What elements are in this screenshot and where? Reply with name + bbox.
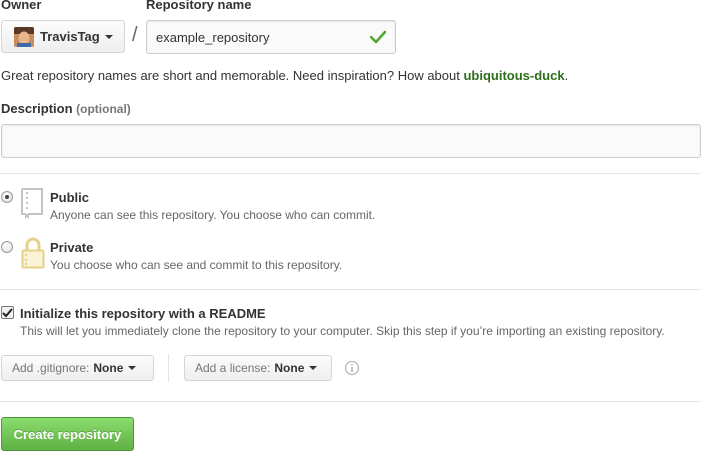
license-value: None — [274, 361, 305, 375]
private-description: You choose who can see and commit to thi… — [50, 258, 343, 272]
suggestion-text: Great repository names are short and mem… — [1, 68, 464, 83]
repository-name-input[interactable] — [146, 20, 396, 54]
public-radio[interactable] — [1, 191, 13, 203]
private-title: Private — [50, 240, 94, 255]
license-label: Add a license: — [195, 361, 271, 375]
public-description: Anyone can see this repository. You choo… — [50, 208, 376, 222]
gitignore-label: Add .gitignore: — [12, 361, 90, 375]
owner-name: TravisTag — [40, 29, 100, 44]
create-repository-button[interactable]: Create repository — [1, 417, 134, 451]
suggestion-end: . — [564, 68, 569, 83]
public-title: Public — [50, 190, 90, 205]
lock-icon — [21, 237, 45, 269]
owner-dropdown[interactable]: TravisTag — [1, 20, 125, 53]
chevron-down-icon — [309, 366, 318, 370]
chevron-down-icon — [104, 34, 113, 39]
optional-note: (optional) — [76, 102, 131, 116]
description-input[interactable] — [1, 124, 701, 158]
check-icon — [370, 30, 386, 44]
gitignore-value: None — [93, 361, 124, 375]
repository-name-label: Repository name — [146, 0, 252, 12]
suggested-name-link[interactable]: ubiquitous-duck — [463, 68, 564, 83]
init-readme-title: Initialize this repository with a README — [20, 306, 266, 321]
divider — [0, 173, 701, 174]
chevron-down-icon — [128, 366, 137, 370]
vertical-divider — [168, 354, 169, 382]
name-suggestion: Great repository names are short and mem… — [1, 68, 568, 83]
repository-name-field-wrapper — [146, 20, 396, 54]
gitignore-dropdown[interactable]: Add .gitignore: None — [1, 355, 154, 381]
divider — [0, 289, 701, 290]
info-icon[interactable] — [344, 360, 360, 376]
repo-book-icon — [21, 188, 43, 219]
owner-label: Owner — [1, 0, 42, 12]
init-readme-description: This will let you immediately clone the … — [20, 324, 665, 338]
owner-repo-separator: / — [132, 24, 138, 46]
init-readme-checkbox[interactable] — [1, 306, 14, 319]
private-radio[interactable] — [1, 241, 13, 253]
owner-avatar — [14, 26, 34, 47]
license-dropdown[interactable]: Add a license: None — [184, 355, 332, 381]
checkmark-icon — [2, 307, 13, 317]
divider — [0, 401, 701, 402]
description-label: Description — [1, 101, 73, 116]
description-label-row: Description (optional) — [1, 101, 131, 116]
